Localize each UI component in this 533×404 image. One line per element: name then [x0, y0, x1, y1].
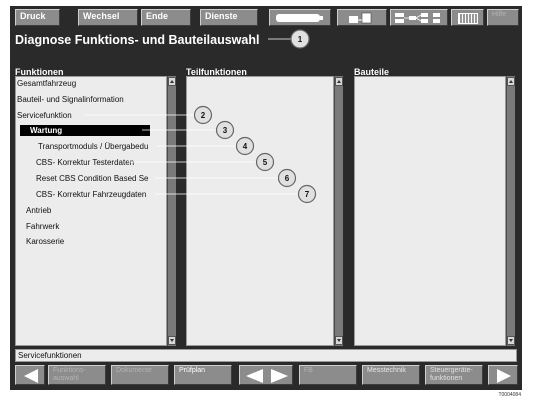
- callout-circles: [193, 29, 317, 204]
- callout-4: 4: [243, 142, 248, 151]
- callout-1: 1: [298, 35, 303, 44]
- callout-3: 3: [223, 126, 228, 135]
- callout-2: 2: [201, 111, 206, 120]
- callout-7: 7: [305, 190, 310, 199]
- callout-5: 5: [263, 158, 268, 167]
- image-code: T0004084: [498, 392, 521, 398]
- diagnosis-screen: Druck Wechsel Ende Dienste Hilfe Diagnos…: [10, 6, 522, 390]
- callout-6: 6: [285, 174, 290, 183]
- callout-layer: 1 2 3 4 5 6 7: [84, 29, 317, 204]
